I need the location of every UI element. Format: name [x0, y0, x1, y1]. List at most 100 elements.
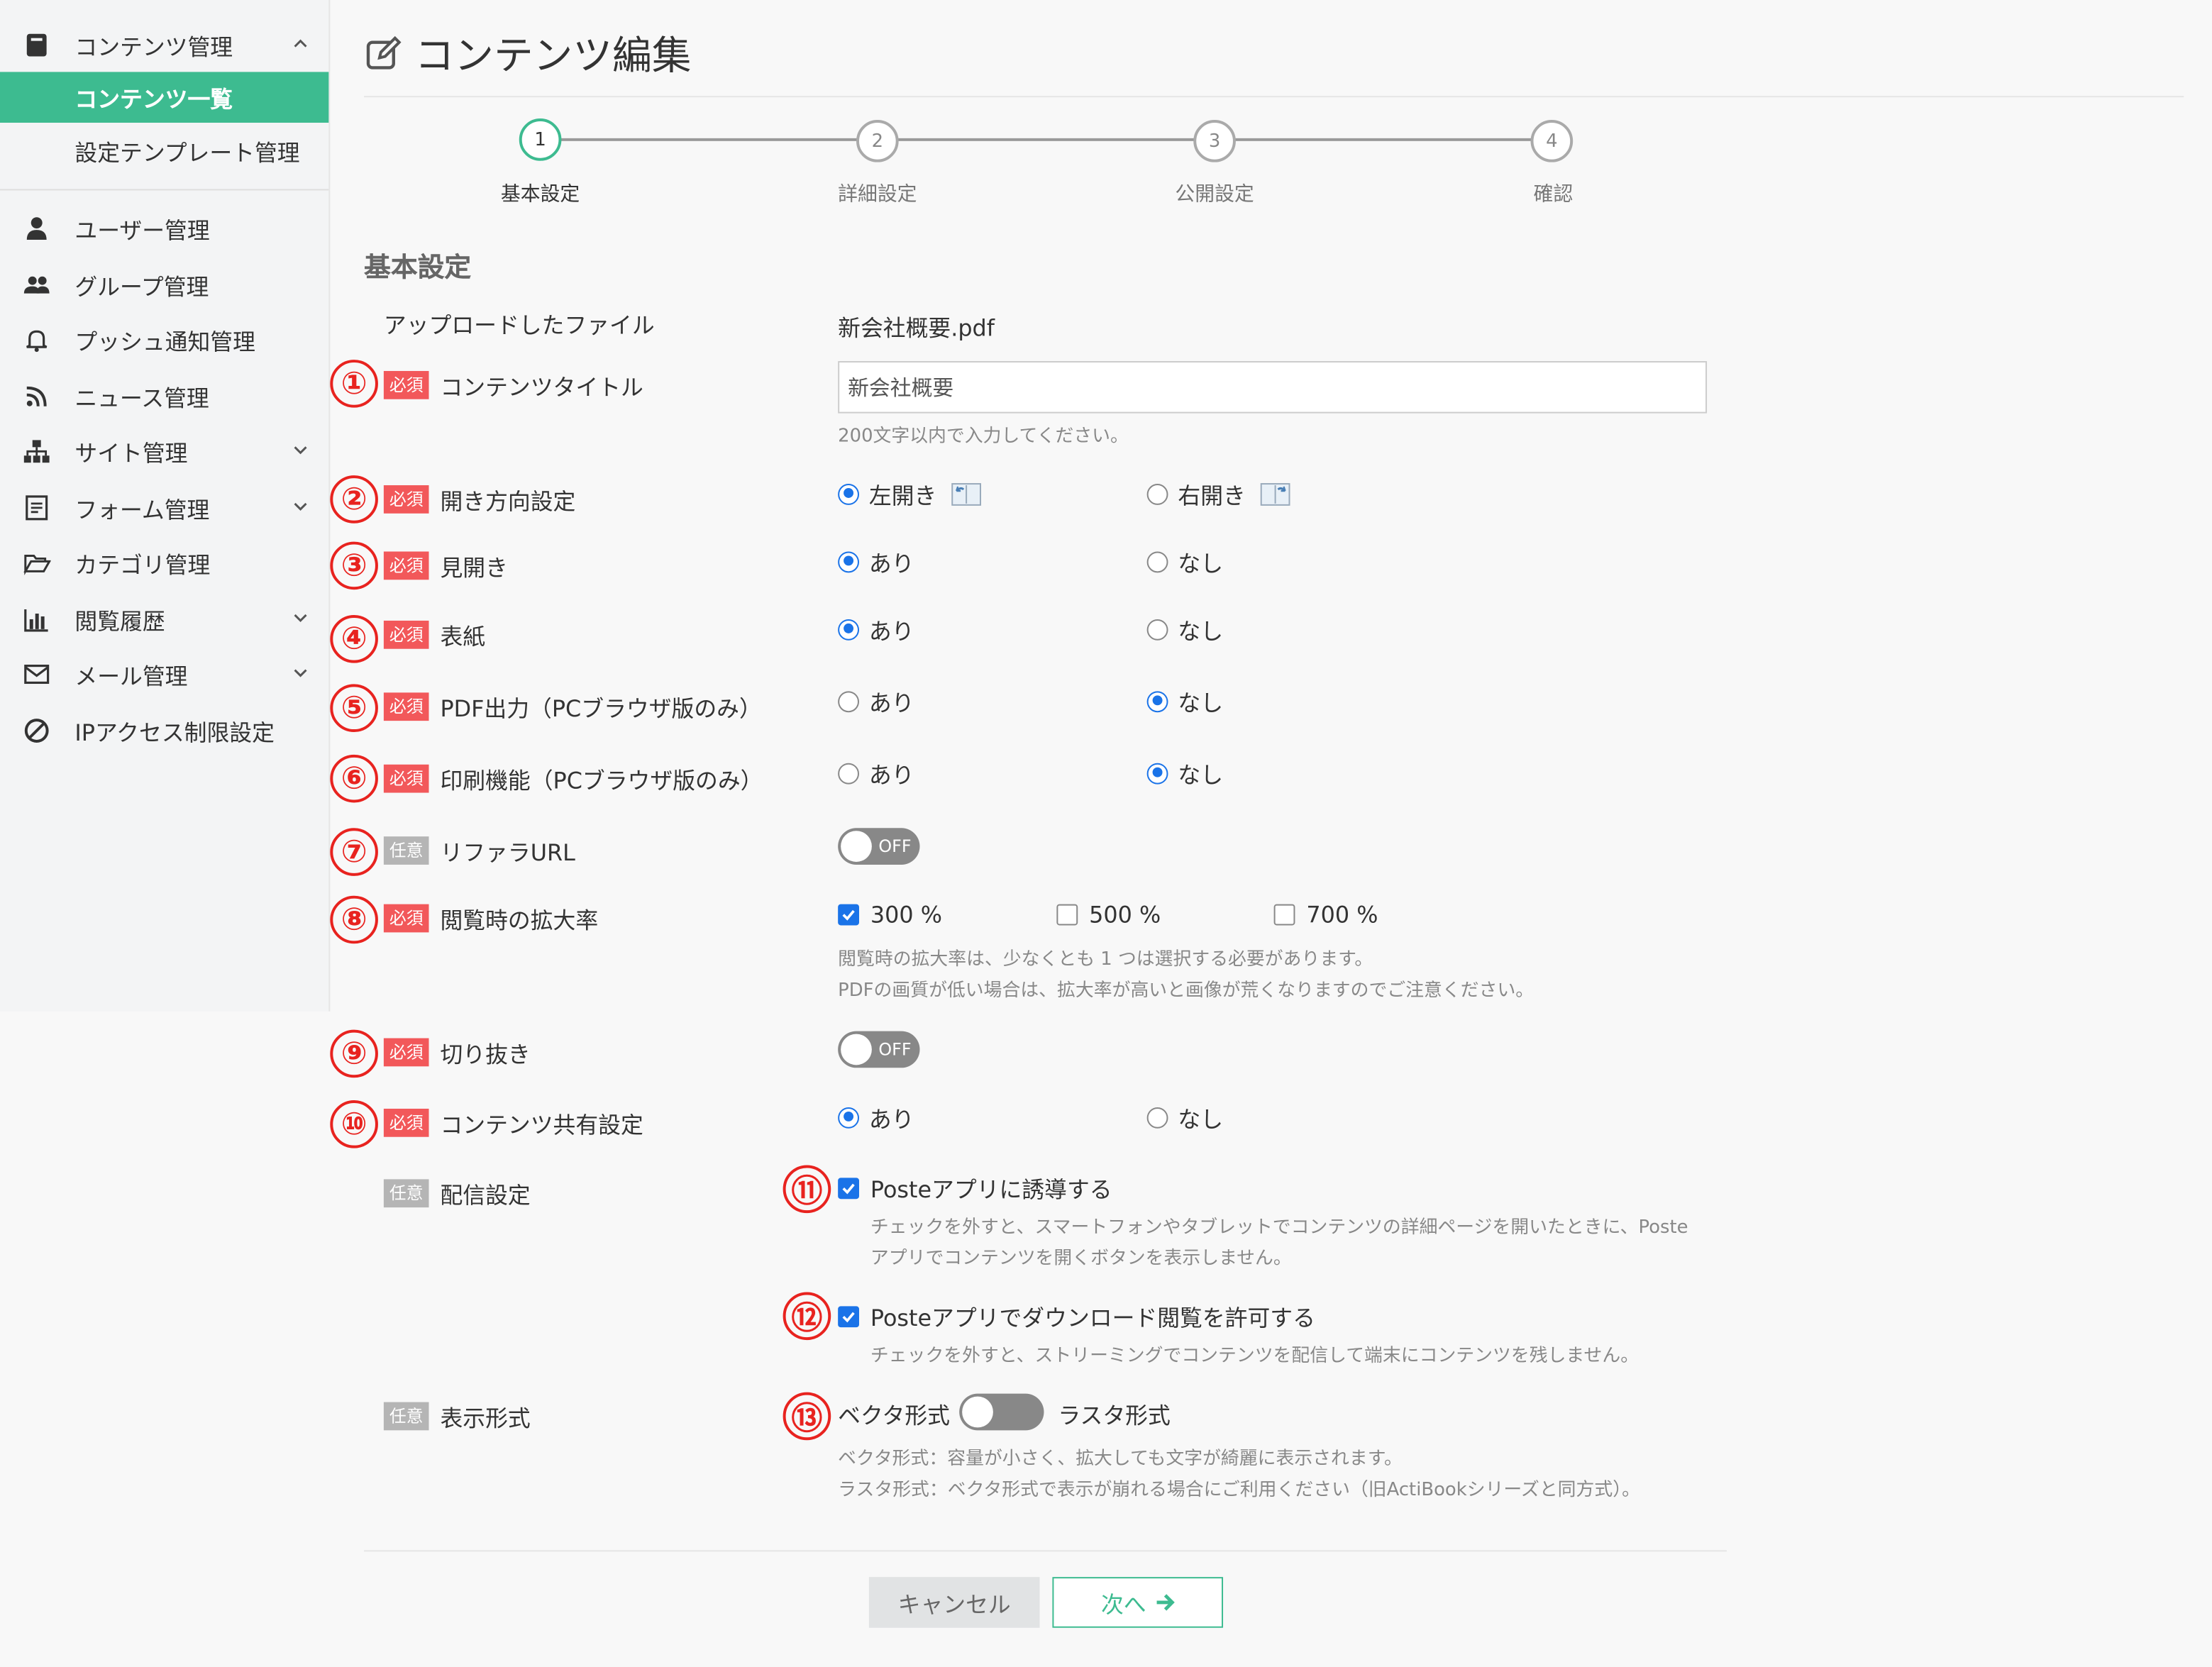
cover-no-radio[interactable]: なし: [1146, 614, 1223, 645]
share-yes-radio[interactable]: あり: [838, 1102, 914, 1133]
optional-badge: 任意: [383, 1402, 429, 1431]
left-open-book-icon: [951, 483, 982, 506]
field-label: 表示形式: [440, 1405, 531, 1432]
cover-yes-radio[interactable]: あり: [838, 614, 914, 645]
stepper-line: [558, 138, 858, 141]
arrow-right-icon: [1156, 1594, 1174, 1611]
sidebar-sub-template[interactable]: 設定テンプレート管理: [0, 126, 328, 177]
sitemap-icon: [23, 437, 51, 465]
sidebar-item-mail[interactable]: メール管理: [0, 649, 328, 700]
check-icon: [842, 1183, 855, 1194]
sidebar-item-news[interactable]: ニュース管理: [0, 371, 328, 422]
marker-1: ①: [330, 360, 378, 408]
sidebar-item-ip[interactable]: IPアクセス制限設定: [0, 705, 328, 756]
bar-chart-icon: [23, 605, 51, 633]
optional-badge: 任意: [383, 1179, 429, 1208]
step-1-label: 基本設定: [500, 183, 580, 206]
users-icon: [23, 271, 51, 299]
crop-toggle[interactable]: OFF: [838, 1031, 920, 1068]
spread-yes-radio[interactable]: あり: [838, 546, 914, 577]
radio-dot: [1146, 690, 1168, 712]
referrer-toggle[interactable]: OFF: [838, 828, 920, 865]
delivery-row-label: 任意 配信設定: [383, 1176, 531, 1210]
sidebar-sub-content-list[interactable]: コンテンツ一覧: [0, 72, 329, 123]
sidebar-item-label: ニュース管理: [74, 384, 209, 412]
pdf-no-radio[interactable]: なし: [1146, 685, 1224, 717]
sidebar-item-label: サイト管理: [74, 440, 188, 467]
zoom-row-label: 必須 閲覧時の拡大率: [383, 902, 598, 936]
sidebar-item-category[interactable]: カテゴリ管理: [0, 538, 328, 589]
sidebar-item-form[interactable]: フォーム管理: [0, 482, 328, 533]
display-help-2: ラスタ形式：ベクタ形式で表示が崩れる場合にご利用ください（旧ActiBookシリ…: [838, 1479, 1641, 1501]
sidebar-item-push[interactable]: プッシュ通知管理: [0, 314, 328, 365]
direction-right-radio[interactable]: 右開き: [1146, 478, 1291, 509]
poste-guide-help-1: チェックを外すと、スマートフォンやタブレットでコンテンツの詳細ページを開いたとき…: [870, 1217, 1688, 1239]
required-badge: 必須: [383, 620, 429, 649]
share-no-radio[interactable]: なし: [1146, 1102, 1224, 1133]
print-row-label: 必須 印刷機能（PCブラウザ版のみ）: [383, 762, 763, 796]
toggle-label: OFF: [878, 1039, 912, 1060]
bell-icon: [23, 326, 51, 354]
input-value: 新会社概要: [848, 375, 954, 401]
checkbox-label: Posteアプリでダウンロード閲覧を許可する: [870, 1305, 1315, 1332]
checkbox-box: [838, 903, 859, 925]
ban-icon: [23, 716, 51, 745]
field-label: 表紙: [440, 623, 486, 650]
sidebar: コンテンツ管理 コンテンツ一覧 設定テンプレート管理 ユーザー管理 グループ管理…: [0, 0, 331, 1012]
radio-dot: [1146, 550, 1168, 572]
zoom-700-checkbox[interactable]: 700 %: [1273, 899, 1378, 930]
spread-no-radio[interactable]: なし: [1146, 546, 1223, 577]
sidebar-item-site[interactable]: サイト管理: [0, 426, 328, 477]
direction-left-radio[interactable]: 左開き: [838, 478, 982, 509]
vector-label: ベクタ形式: [838, 1402, 951, 1429]
required-badge: 必須: [383, 370, 429, 399]
sidebar-group-content[interactable]: コンテンツ管理: [0, 20, 328, 71]
field-label: PDF出力（PCブラウザ版のみ）: [440, 695, 762, 723]
sidebar-item-label: プッシュ通知管理: [74, 328, 255, 356]
toggle-knob: [962, 1396, 993, 1428]
radio-label: あり: [868, 550, 914, 577]
required-badge: 必須: [383, 692, 429, 721]
print-yes-radio[interactable]: あり: [838, 758, 914, 789]
checkbox-box: [838, 1305, 859, 1327]
field-label: コンテンツ共有設定: [440, 1111, 643, 1139]
stepper-line: [895, 138, 1195, 141]
next-button[interactable]: 次へ: [1052, 1577, 1224, 1628]
chevron-down-icon: [294, 446, 307, 455]
pdf-yes-radio[interactable]: あり: [838, 685, 914, 716]
radio-label: あり: [868, 761, 914, 789]
step-4-label: 確認: [1533, 183, 1574, 206]
cancel-button-label: キャンセル: [897, 1591, 1011, 1618]
radio-label: なし: [1178, 689, 1224, 717]
required-badge: 必須: [383, 764, 429, 793]
step-3-label: 公開設定: [1175, 183, 1254, 206]
marker-4: ④: [330, 614, 378, 663]
cancel-button[interactable]: キャンセル: [868, 1577, 1040, 1628]
radio-label: 右開き: [1178, 482, 1246, 509]
marker-9: ⑨: [330, 1029, 378, 1078]
user-icon: [23, 214, 51, 243]
toggle-knob: [841, 1034, 872, 1065]
sidebar-item-groups[interactable]: グループ管理: [0, 260, 328, 311]
folder-open-icon: [23, 549, 51, 577]
sidebar-item-users[interactable]: ユーザー管理: [0, 203, 328, 254]
radio-label: あり: [868, 689, 914, 717]
display-help-1: ベクタ形式：容量が小さく、拡大しても文字が綺麗に表示されます。: [838, 1449, 1403, 1471]
poste-guide-checkbox[interactable]: Posteアプリに誘導する: [838, 1172, 1112, 1203]
sidebar-item-history[interactable]: 閲覧履歴: [0, 594, 328, 645]
marker-2: ②: [330, 475, 378, 524]
sidebar-item-label: カテゴリ管理: [74, 551, 211, 579]
zoom-500-checkbox[interactable]: 500 %: [1056, 899, 1161, 930]
checkbox-box: [1273, 903, 1295, 925]
envelope-icon: [23, 660, 51, 689]
sidebar-item-label: ユーザー管理: [74, 217, 210, 245]
content-title-input[interactable]: 新会社概要: [838, 361, 1708, 414]
radio-label: なし: [1178, 1105, 1224, 1133]
uploaded-file-label: アップロードしたファイル: [383, 311, 655, 339]
display-format-toggle[interactable]: [959, 1393, 1044, 1431]
poste-download-help: チェックを外すと、ストリーミングでコンテンツを配信して端末にコンテンツを残しませ…: [870, 1346, 1639, 1367]
zoom-300-checkbox[interactable]: 300 %: [838, 899, 942, 930]
poste-download-checkbox[interactable]: Posteアプリでダウンロード閲覧を許可する: [838, 1300, 1315, 1331]
radio-dot: [838, 762, 859, 784]
print-no-radio[interactable]: なし: [1146, 758, 1223, 789]
